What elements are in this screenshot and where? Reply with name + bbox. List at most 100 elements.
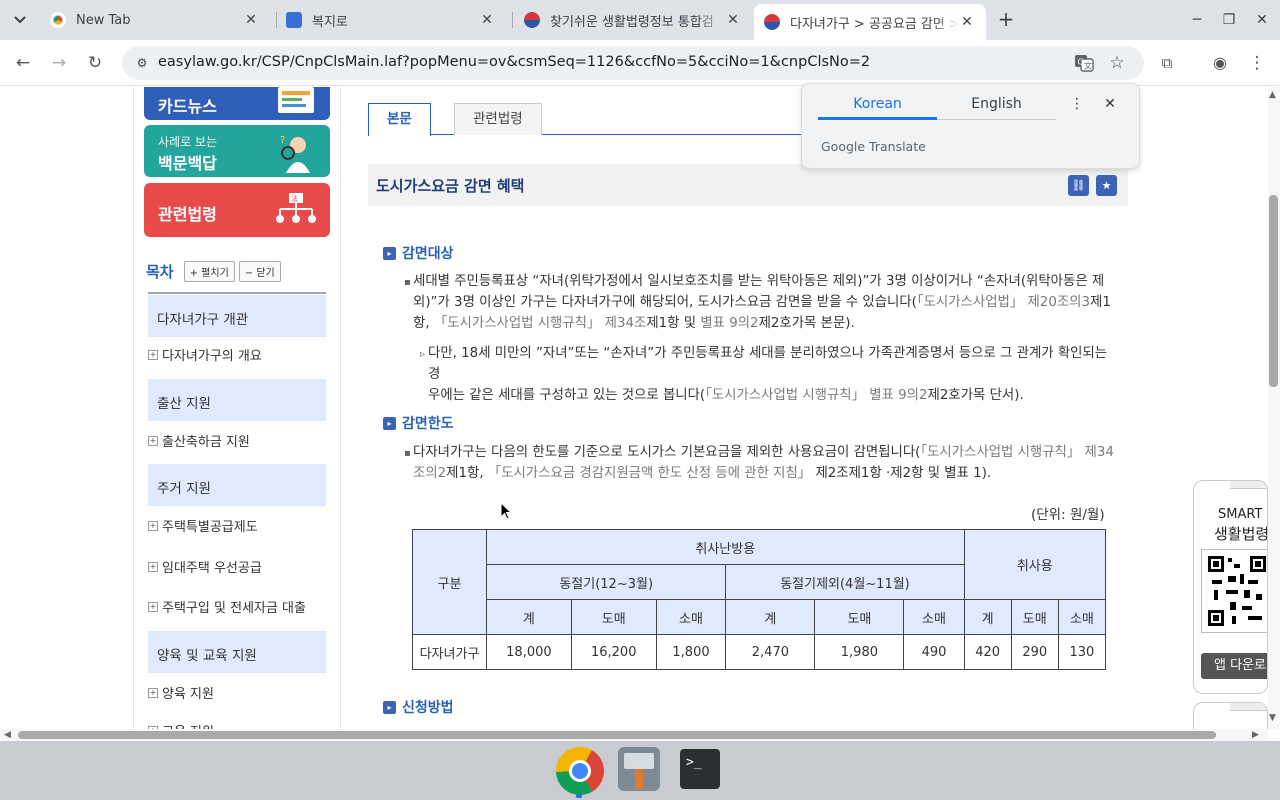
forward-arrow-icon[interactable]: → bbox=[46, 50, 72, 76]
toc-item[interactable]: + 주택특별공급제도 bbox=[148, 516, 258, 535]
expand-plus-icon[interactable]: + bbox=[148, 520, 158, 531]
close-icon[interactable]: ✕ bbox=[478, 12, 496, 28]
back-arrow-icon[interactable]: ← bbox=[10, 50, 36, 76]
toc-item[interactable]: + 양육 지원 bbox=[148, 683, 214, 702]
heading-text: 감면대상 bbox=[402, 246, 454, 262]
address-bar[interactable]: ⚙ easylaw.go.kr/CSP/CnpClsMain.laf?popMe… bbox=[122, 46, 1144, 80]
bookmark-star-icon[interactable]: ☆ bbox=[1107, 53, 1127, 73]
expand-plus-icon[interactable]: + bbox=[148, 687, 158, 698]
extensions-puzzle-icon[interactable]: ⧉ bbox=[1154, 50, 1180, 76]
table-subheader: 도매 bbox=[814, 599, 905, 635]
toc-item[interactable]: + 임대주택 우선공급 bbox=[148, 557, 262, 576]
target-paragraph: 세대별 주민등록표상 “자녀(위탁가정에서 일시보호조치를 받는 위탁아동은 제… bbox=[413, 271, 1118, 334]
scroll-down-arrow-icon[interactable]: ▼ bbox=[1269, 713, 1276, 723]
files-app-icon[interactable] bbox=[618, 747, 660, 791]
table-subheader: 소매 bbox=[903, 599, 965, 635]
tab-easylaw-search[interactable]: 찾기쉬운 생활법령정보 통합검 ✕ bbox=[514, 4, 752, 36]
tab-active-dajanyeo[interactable]: 다자녀가구 > 공공요금 감면 > ✕ bbox=[754, 4, 986, 40]
law-link[interactable]: 「도시가스사업법」 제20조의3 bbox=[917, 295, 1090, 310]
tab-bokjiro[interactable]: 복지로 ✕ bbox=[276, 4, 506, 36]
scroll-up-arrow-icon[interactable]: ▲ bbox=[1269, 90, 1276, 100]
cardnews-banner[interactable]: 카드뉴스 bbox=[144, 87, 330, 120]
law-link[interactable]: 「도시가스사업법 시행규칙」 제34조 bbox=[434, 316, 646, 331]
collapse-all-button[interactable]: − 닫기 bbox=[238, 261, 281, 282]
heading-target: ▸ 감면대상 bbox=[383, 243, 454, 263]
section-title: 도시가스요금 감면 혜택 bbox=[376, 177, 525, 195]
os-shelf: >_ bbox=[0, 741, 1280, 800]
url-text[interactable]: easylaw.go.kr/CSP/CnpClsMain.laf?popMenu… bbox=[158, 54, 870, 70]
site-info-icon[interactable]: ⚙ bbox=[134, 55, 150, 71]
toc-item[interactable]: +교육 지원 bbox=[148, 721, 214, 729]
chrome-app-icon[interactable] bbox=[556, 747, 604, 795]
minimize-icon[interactable]: ─ bbox=[1182, 8, 1212, 32]
toc-item[interactable]: + 출산축하금 지원 bbox=[148, 431, 250, 450]
table-cell: 다자녀가구 bbox=[412, 634, 487, 670]
main-content: 본문 관련법령 도시가스요금 감면 혜택 ⛓ ★ ▸ 감면대상 ▪ 세대별 주민등… bbox=[368, 87, 1138, 729]
table-subheader: 도매 bbox=[1010, 599, 1059, 635]
toc-item[interactable]: + 주택구입 및 전세자금 대출 bbox=[148, 597, 306, 616]
table-header: 동절기(12~3월) bbox=[485, 564, 727, 600]
expand-plus-icon[interactable]: + bbox=[148, 561, 158, 572]
translate-icon[interactable]: G文 bbox=[1074, 53, 1094, 73]
toc-category[interactable]: 출산 지원 bbox=[148, 379, 326, 421]
vertical-scrollbar[interactable] bbox=[1268, 87, 1280, 729]
tab-title: 찾기쉬운 생활법령정보 통합검 bbox=[550, 14, 714, 30]
browser-toolbar: ← → ↻ ⚙ easylaw.go.kr/CSP/CnpClsMain.laf… bbox=[0, 40, 1280, 86]
toc-category[interactable]: 다자녀가구 개관 bbox=[148, 295, 326, 337]
expand-plus-icon[interactable]: + bbox=[148, 349, 158, 360]
chrome-icon bbox=[50, 12, 66, 28]
tab-strip: New Tab ✕ 복지로 ✕ 찾기쉬운 생활법령정보 통합검 ✕ 다자녀가구 … bbox=[0, 0, 1280, 40]
toc-item-label: 주택특별공급제도 bbox=[162, 520, 258, 535]
text-line: 다만, 18세 미만의 ”자녀”또는 “손자녀”가 주민등록표상 세대를 분리하… bbox=[428, 346, 1108, 382]
translate-lang-english[interactable]: English bbox=[937, 96, 1056, 120]
table-cell: 1,980 bbox=[814, 634, 905, 670]
org-chart-icon: 法 bbox=[276, 193, 316, 223]
translate-close-icon[interactable]: ✕ bbox=[1100, 96, 1120, 116]
toc-item[interactable]: + 다자녀가구의 개요 bbox=[148, 345, 262, 364]
law-link[interactable]: 「도시가스요금 경감지원금액 한도 산정 등에 관한 지침」 bbox=[488, 466, 811, 481]
tab-main-text[interactable]: 본문 bbox=[368, 103, 431, 136]
horizontal-scroll-thumb[interactable] bbox=[18, 731, 1216, 739]
restore-icon[interactable]: ❐ bbox=[1214, 8, 1244, 32]
law-link[interactable]: 별표 9의2 bbox=[700, 316, 758, 331]
profile-icon[interactable]: ◉ bbox=[1207, 50, 1233, 76]
law-link[interactable]: 「도시가스사업법 시행규칙」 제34 bbox=[920, 445, 1113, 460]
close-icon[interactable]: ✕ bbox=[724, 12, 742, 28]
table-cell: 18,000 bbox=[486, 634, 572, 670]
text-span: 제1 bbox=[1090, 295, 1111, 310]
scroll-left-arrow-icon[interactable]: ◀ bbox=[4, 730, 11, 740]
toc-category[interactable]: 주거 지원 bbox=[148, 464, 326, 506]
law-link[interactable]: 조의2 bbox=[413, 466, 446, 481]
toc-category[interactable]: 양육 및 교육 지원 bbox=[148, 631, 326, 673]
tab-title: 복지로 bbox=[312, 14, 348, 30]
qa-banner[interactable]: 사례로 보는 백문백답 ? bbox=[144, 125, 330, 177]
table-subheader: 소매 bbox=[1057, 599, 1107, 635]
link-icon[interactable]: ⛓ bbox=[1068, 175, 1089, 196]
table-cell: 290 bbox=[1010, 634, 1059, 670]
law-link[interactable]: 「도시가스사업법 시행규칙」 별표 9의2 bbox=[705, 388, 927, 403]
window-close-icon[interactable]: ✕ bbox=[1247, 8, 1277, 32]
toc-header: 목차 + 펼치기 − 닫기 bbox=[146, 261, 281, 282]
terminal-app-icon[interactable]: >_ bbox=[680, 749, 720, 789]
expand-all-button[interactable]: + 펼치기 bbox=[183, 261, 235, 282]
close-icon[interactable]: ✕ bbox=[242, 12, 260, 28]
law-banner[interactable]: 관련법령 法 bbox=[144, 183, 330, 237]
close-icon[interactable]: ✕ bbox=[958, 14, 976, 30]
tab-related-laws[interactable]: 관련법령 bbox=[454, 103, 542, 135]
tab-search-chevron-icon[interactable] bbox=[8, 8, 32, 32]
reload-icon[interactable]: ↻ bbox=[82, 50, 108, 76]
translate-options-kebab-icon[interactable]: ⋮ bbox=[1067, 96, 1087, 116]
svg-text:?: ? bbox=[280, 135, 285, 146]
expand-plus-icon[interactable]: + bbox=[148, 435, 158, 446]
new-tab-plus-icon[interactable]: + bbox=[994, 8, 1018, 32]
unit-label: (단위: 원/월) bbox=[1031, 507, 1105, 523]
expand-plus-icon[interactable]: + bbox=[148, 601, 158, 612]
menu-kebab-icon[interactable]: ⋮ bbox=[1244, 50, 1270, 76]
text-span: 항, bbox=[413, 316, 434, 331]
person-magnifier-icon: ? bbox=[280, 135, 310, 173]
scroll-right-arrow-icon[interactable]: ▶ bbox=[1252, 730, 1259, 740]
star-icon[interactable]: ★ bbox=[1096, 175, 1117, 196]
tab-new-tab[interactable]: New Tab ✕ bbox=[40, 4, 270, 36]
app-download-button[interactable]: 앱 다운로드 bbox=[1201, 653, 1267, 679]
vertical-scroll-thumb[interactable] bbox=[1269, 195, 1278, 387]
